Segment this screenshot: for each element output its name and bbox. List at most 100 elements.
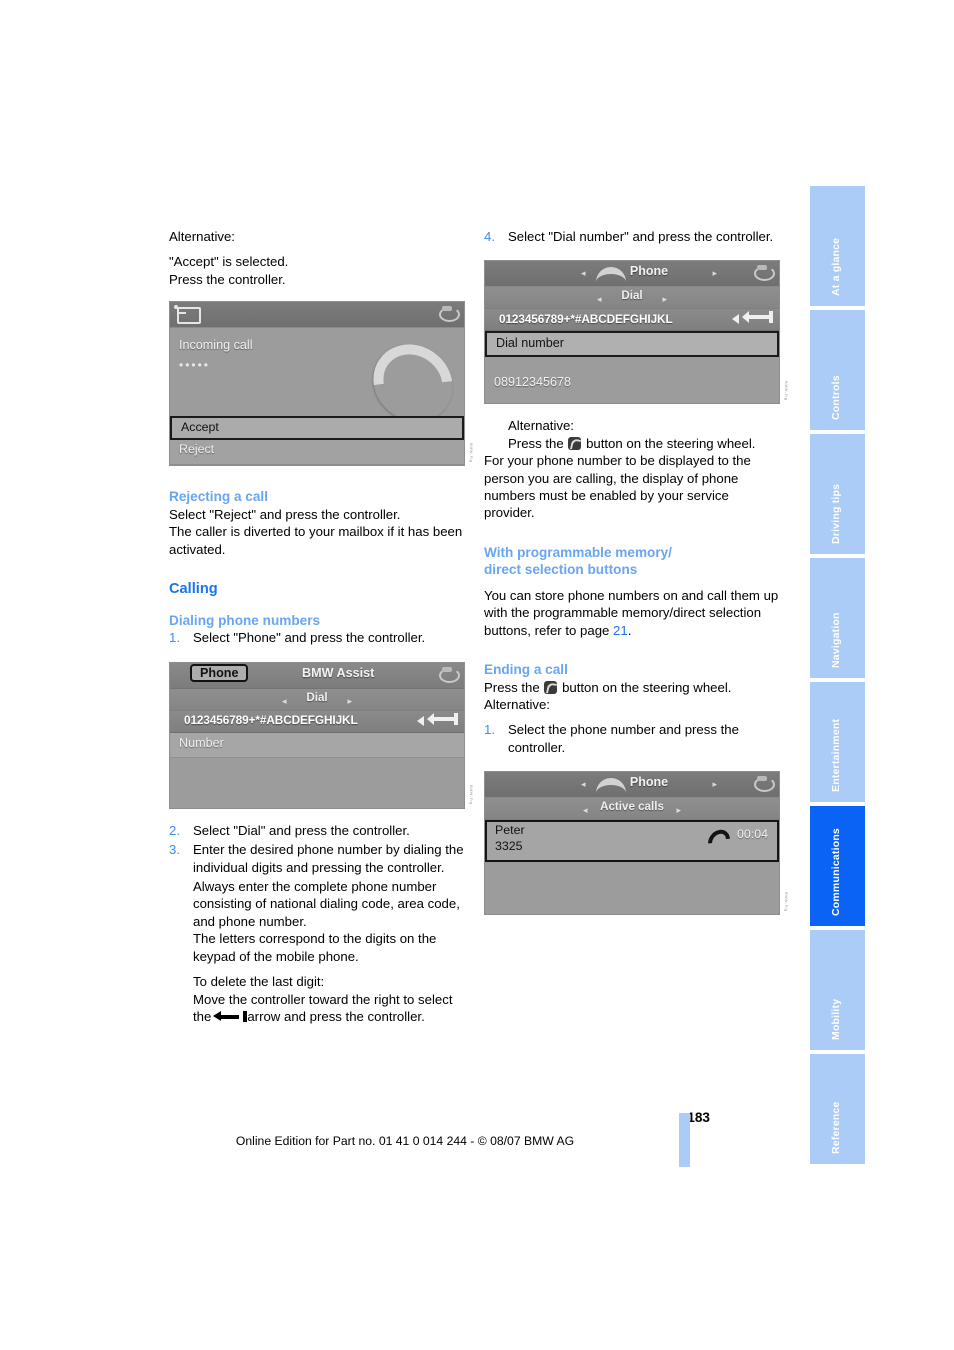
sidebar-tab-entertainment[interactable]: Entertainment bbox=[810, 682, 865, 802]
idrive-body bbox=[485, 862, 779, 915]
character-selector-bar[interactable]: 0123456789+*#ABCDEFGHIJKL bbox=[485, 309, 779, 332]
page-number: 183 bbox=[687, 1110, 710, 1125]
caller-number: 3325 bbox=[495, 839, 523, 854]
rotary-controller-icon bbox=[754, 264, 775, 283]
dial-number-label: Dial number bbox=[496, 336, 564, 351]
heading-programmable-memory: With programmable memory/direct selectio… bbox=[484, 544, 780, 579]
idrive-sub-bar: ◂ Dial ▸ bbox=[485, 287, 779, 310]
sidebar-tab-communications[interactable]: Communications bbox=[810, 806, 865, 926]
chevron-right-icon[interactable]: ▸ bbox=[676, 805, 681, 816]
backspace-icon[interactable] bbox=[427, 712, 458, 725]
sidebar-tab-at-a-glance[interactable]: At a glance bbox=[810, 186, 865, 306]
step-1: 1. Select "Phone" and press the controll… bbox=[169, 629, 465, 646]
charset-label: 0123456789+*#ABCDEFGHIJKL bbox=[184, 713, 358, 728]
sidebar-tab-label: Reference bbox=[829, 1101, 842, 1154]
handset-icon bbox=[595, 776, 626, 787]
charset-label: 0123456789+*#ABCDEFGHIJKL bbox=[499, 311, 673, 326]
step-text: Enter the desired phone number by dialin… bbox=[193, 842, 464, 875]
step-3-detail-b: The letters correspond to the digits on … bbox=[193, 931, 437, 964]
rotary-controller-icon bbox=[754, 775, 775, 794]
figure-code: BMW-Fig bbox=[784, 891, 789, 912]
delete-digit-body: Move the controller toward the right to … bbox=[193, 991, 465, 1026]
character-selector-bar[interactable]: 0123456789+*#ABCDEFGHIJKL bbox=[170, 710, 464, 733]
sidebar-tab-label: At a glance bbox=[829, 237, 842, 296]
idrive-top-bar bbox=[170, 302, 464, 329]
accept-selected-text: "Accept" is selected. bbox=[169, 254, 289, 270]
ending-press-post: button on the steering wheel. bbox=[562, 679, 732, 695]
caller-name: Peter bbox=[495, 823, 525, 838]
phone-button-icon bbox=[544, 680, 558, 694]
tab-bmw-assist[interactable]: BMW Assist bbox=[302, 666, 374, 680]
rotary-controller-icon bbox=[439, 666, 460, 685]
incoming-call-icon bbox=[174, 305, 201, 325]
idrive-sub-bar: ◂ Active calls ▸ bbox=[485, 798, 779, 821]
idrive-menu-bar: Phone BMW Assist bbox=[170, 662, 464, 689]
memory-body-post: . bbox=[627, 622, 632, 638]
cursor-left-icon[interactable] bbox=[732, 314, 739, 325]
sidebar-tab-navigation[interactable]: Navigation bbox=[810, 558, 865, 678]
left-arrow-icon bbox=[213, 1011, 243, 1022]
cursor-left-icon[interactable] bbox=[417, 715, 424, 726]
active-call-handset-icon bbox=[709, 829, 725, 849]
section-tab-rail: At a glance Controls Driving tips Naviga… bbox=[810, 186, 865, 1164]
heading-line-2: direct selection buttons bbox=[484, 562, 638, 578]
heading-calling: Calling bbox=[169, 580, 218, 597]
idrive-top-bar: ◂ Phone ▸ bbox=[485, 261, 779, 288]
screenshot-phone-dial: Phone BMW Assist ◂ Dial ▸ 0123456789+*#A… bbox=[169, 661, 474, 809]
idrive-body bbox=[170, 757, 464, 808]
step-text: Select "Dial number" and press the contr… bbox=[508, 229, 774, 244]
memory-buttons-body: You can store phone numbers on and call … bbox=[484, 587, 780, 639]
number-field[interactable]: Number bbox=[170, 732, 464, 758]
right-column: 4. Select "Dial number" and press the co… bbox=[484, 228, 789, 916]
chevron-right-icon[interactable]: ▸ bbox=[712, 780, 717, 789]
sidebar-tab-mobility[interactable]: Mobility bbox=[810, 930, 865, 1050]
entered-number: 08912345678 bbox=[494, 375, 572, 390]
idrive-body: Incoming call ••••• bbox=[170, 328, 464, 417]
handset-icon bbox=[595, 265, 626, 276]
sidebar-tab-driving-tips[interactable]: Driving tips bbox=[810, 434, 865, 554]
left-column: Alternative: "Accept" is selected. Press… bbox=[169, 228, 474, 1026]
step-text: Select "Dial" and press the controller. bbox=[193, 822, 410, 838]
handset-artwork-icon bbox=[366, 340, 442, 404]
chevron-right-icon[interactable]: ▸ bbox=[662, 294, 667, 305]
figure-code: BMW-Fig bbox=[469, 785, 474, 805]
submenu-title: Dial bbox=[306, 690, 328, 704]
sidebar-tab-controls[interactable]: Controls bbox=[810, 310, 865, 430]
delete-digit-title: To delete the last digit: bbox=[193, 974, 325, 990]
footer-accent-bar bbox=[679, 1113, 690, 1167]
alternative-press-button: Press the button on the steering wheel. bbox=[508, 435, 780, 452]
sidebar-tab-label: Navigation bbox=[829, 612, 842, 668]
active-call-row[interactable]: Peter 3325 00:04 bbox=[485, 820, 779, 863]
alternative-label: Alternative: bbox=[169, 229, 235, 244]
chevron-right-icon[interactable]: ▸ bbox=[712, 269, 717, 278]
caller-dots: ••••• bbox=[179, 358, 211, 373]
sidebar-tab-reference[interactable]: Reference bbox=[810, 1054, 865, 1164]
step-2: 2. Select "Dial" and press the controlle… bbox=[169, 822, 465, 839]
idrive-top-bar: ◂ Phone ▸ bbox=[485, 772, 779, 799]
reject-label: Reject bbox=[179, 442, 215, 457]
backspace-icon[interactable] bbox=[742, 311, 773, 324]
heading-line-1: With programmable memory/ bbox=[484, 544, 672, 560]
step-text: Select the phone number and press the co… bbox=[508, 722, 739, 755]
ending-press-pre: Press the bbox=[484, 679, 540, 695]
sidebar-tab-label: Communications bbox=[829, 828, 842, 916]
figure-code: BMW-Fig bbox=[469, 442, 474, 463]
idrive-sub-bar: ◂ Dial ▸ bbox=[170, 688, 464, 711]
ending-alternative-label: Alternative: bbox=[484, 696, 550, 712]
press-controller-text: Press the controller. bbox=[169, 271, 286, 287]
heading-dialing-phone-numbers: Dialing phone numbers bbox=[169, 612, 321, 628]
page-reference-link[interactable]: 21 bbox=[613, 623, 628, 638]
reject-instruction-1: Select "Reject" and press the controller… bbox=[169, 506, 401, 522]
menu-title-text: Phone bbox=[629, 264, 669, 279]
menu-title: Phone bbox=[485, 264, 779, 278]
chevron-right-icon[interactable]: ▸ bbox=[347, 696, 352, 707]
dial-number-field[interactable]: Dial number bbox=[485, 331, 779, 358]
step-number: 2. bbox=[169, 822, 180, 838]
tab-phone[interactable]: Phone bbox=[190, 663, 249, 682]
reject-row[interactable]: Reject bbox=[170, 440, 464, 466]
accept-row[interactable]: Accept bbox=[170, 416, 464, 441]
sidebar-tab-label: Driving tips bbox=[829, 483, 842, 544]
figure-code: BMW-Fig bbox=[784, 381, 789, 401]
incoming-call-label: Incoming call bbox=[179, 338, 253, 353]
heading-rejecting-a-call: Rejecting a call bbox=[169, 489, 268, 505]
